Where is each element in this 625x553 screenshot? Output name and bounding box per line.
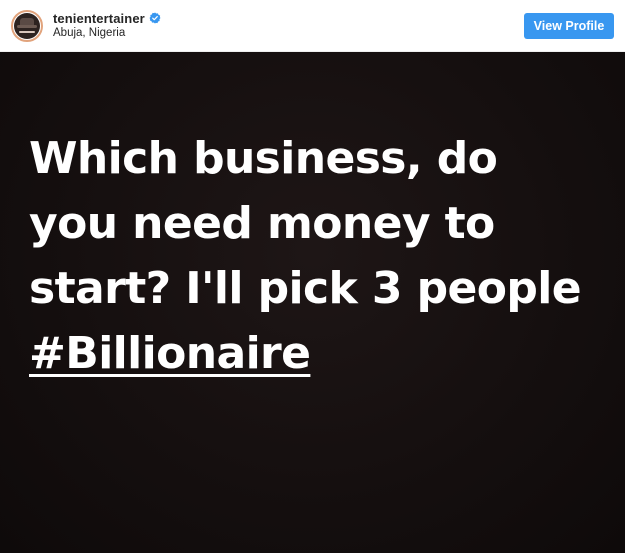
hashtag-link[interactable]: #Billionaire	[29, 328, 311, 379]
user-info: tenientertainer Abuja, Nigeria	[53, 10, 161, 39]
username-link[interactable]: tenientertainer	[53, 11, 145, 26]
verified-badge-icon	[149, 12, 161, 24]
post-header: tenientertainer Abuja, Nigeria View Prof…	[0, 0, 625, 52]
location-link[interactable]: Abuja, Nigeria	[53, 27, 161, 39]
view-profile-button[interactable]: View Profile	[524, 13, 614, 39]
post-caption-text: Which business, do you need money to sta…	[29, 126, 609, 386]
avatar-image	[14, 13, 40, 39]
caption-line: start? I'll pick 3 people	[29, 263, 582, 314]
profile-avatar[interactable]	[11, 10, 43, 42]
caption-line: you need money to	[29, 198, 495, 249]
post-media[interactable]: Which business, do you need money to sta…	[0, 52, 625, 553]
caption-line: Which business, do	[29, 133, 498, 184]
instagram-embed: tenientertainer Abuja, Nigeria View Prof…	[0, 0, 625, 553]
